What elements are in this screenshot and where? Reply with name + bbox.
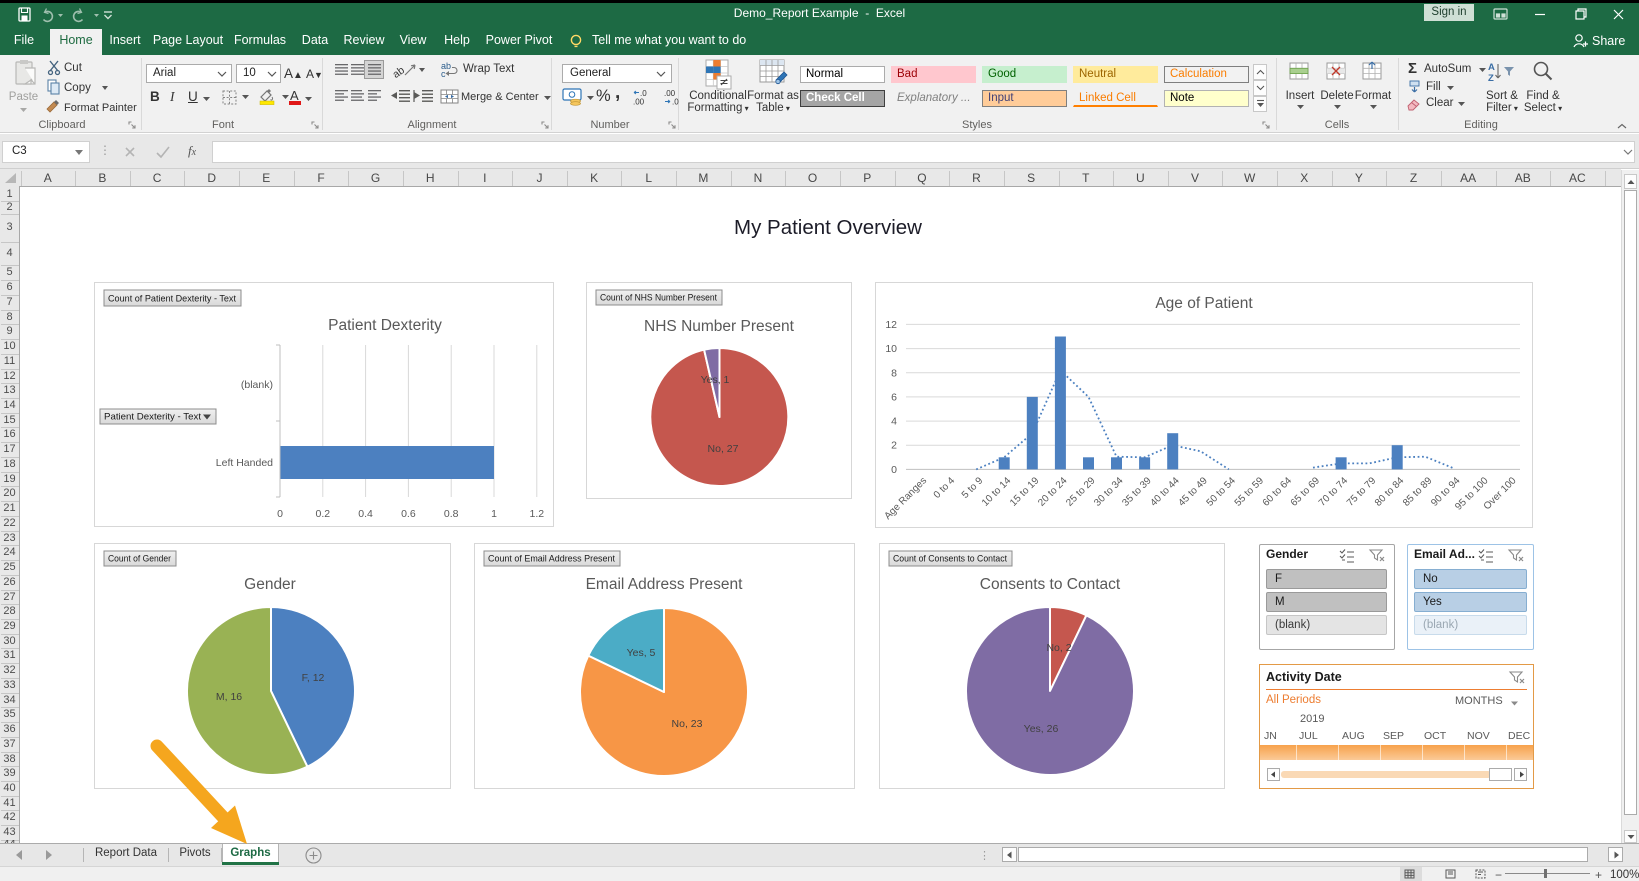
svg-text:Gender: Gender bbox=[244, 576, 296, 593]
svg-text:6: 6 bbox=[891, 391, 897, 403]
svg-text:0: 0 bbox=[891, 464, 897, 476]
svg-text:Yes, 1: Yes, 1 bbox=[701, 374, 730, 386]
svg-text:Left Handed: Left Handed bbox=[216, 457, 273, 469]
svg-text:20 to 24: 20 to 24 bbox=[1036, 475, 1070, 509]
svg-text:75 to 79: 75 to 79 bbox=[1345, 475, 1379, 509]
svg-text:60 to 64: 60 to 64 bbox=[1261, 475, 1295, 509]
svg-text:No, 23: No, 23 bbox=[672, 718, 703, 730]
svg-text:Patient Dexterity - Text: Patient Dexterity - Text bbox=[104, 412, 201, 423]
svg-text:2: 2 bbox=[891, 440, 897, 452]
svg-text:ab: ab bbox=[390, 64, 407, 81]
svg-text:45 to 49: 45 to 49 bbox=[1176, 475, 1210, 509]
svg-text:Paste: Paste bbox=[9, 91, 38, 103]
svg-text:No, 27: No, 27 bbox=[708, 443, 739, 455]
svg-text:0 to 4: 0 to 4 bbox=[932, 475, 958, 501]
svg-text:Age of Patient: Age of Patient bbox=[1155, 295, 1253, 312]
svg-text:Count of Email Address Present: Count of Email Address Present bbox=[488, 554, 615, 565]
svg-text:.00: .00 bbox=[633, 98, 645, 107]
svg-text:55 to 59: 55 to 59 bbox=[1233, 475, 1267, 509]
svg-text:Count of NHS Number Present: Count of NHS Number Present bbox=[600, 293, 717, 304]
svg-text:40 to 44: 40 to 44 bbox=[1148, 475, 1182, 509]
svg-text:(blank): (blank) bbox=[241, 379, 273, 391]
svg-text:85 to 89: 85 to 89 bbox=[1401, 475, 1435, 509]
svg-text:Age Ranges: Age Ranges bbox=[882, 475, 929, 522]
svg-text:No, 2: No, 2 bbox=[1046, 642, 1071, 654]
svg-text:A: A bbox=[1488, 62, 1495, 73]
svg-text:Patient Dexterity: Patient Dexterity bbox=[328, 317, 442, 334]
svg-text:15 to 19: 15 to 19 bbox=[1008, 475, 1042, 509]
svg-text:c: c bbox=[441, 69, 446, 79]
svg-text:0.8: 0.8 bbox=[444, 508, 459, 520]
svg-text:0.6: 0.6 bbox=[401, 508, 416, 520]
svg-text:0.4: 0.4 bbox=[358, 508, 373, 520]
svg-text:Yes, 5: Yes, 5 bbox=[627, 647, 656, 659]
svg-text:Count of Consents to Contact: Count of Consents to Contact bbox=[893, 554, 1007, 565]
svg-text:Z: Z bbox=[1488, 73, 1494, 84]
svg-text:80 to 84: 80 to 84 bbox=[1373, 475, 1407, 509]
svg-text:50 to 54: 50 to 54 bbox=[1205, 475, 1239, 509]
svg-text:Yes, 26: Yes, 26 bbox=[1024, 723, 1059, 735]
svg-text:30 to 34: 30 to 34 bbox=[1092, 475, 1126, 509]
svg-text:0.2: 0.2 bbox=[315, 508, 330, 520]
svg-text:M, 16: M, 16 bbox=[216, 691, 242, 703]
svg-text:35 to 39: 35 to 39 bbox=[1120, 475, 1154, 509]
svg-text:25 to 29: 25 to 29 bbox=[1064, 475, 1098, 509]
svg-text:8: 8 bbox=[891, 367, 897, 379]
svg-text:.0: .0 bbox=[672, 98, 679, 107]
svg-text:Format Painter: Format Painter bbox=[64, 102, 137, 114]
svg-text:Copy: Copy bbox=[64, 82, 91, 94]
svg-text:70 to 74: 70 to 74 bbox=[1317, 475, 1351, 509]
svg-text:Count of Patient Dexterity - T: Count of Patient Dexterity - Text bbox=[108, 294, 236, 305]
svg-text:Count of Gender: Count of Gender bbox=[108, 554, 171, 565]
svg-text:F, 12: F, 12 bbox=[302, 672, 325, 684]
svg-text:10 to 14: 10 to 14 bbox=[980, 475, 1014, 509]
svg-text:5 to 9: 5 to 9 bbox=[960, 475, 986, 501]
svg-text:0: 0 bbox=[277, 508, 283, 520]
svg-text:NHS Number Present: NHS Number Present bbox=[644, 318, 795, 335]
svg-text:Consents to Contact: Consents to Contact bbox=[980, 576, 1121, 593]
svg-text:Cut: Cut bbox=[64, 62, 83, 74]
svg-text:1: 1 bbox=[491, 508, 497, 520]
svg-text:1.2: 1.2 bbox=[529, 508, 544, 520]
svg-text:10: 10 bbox=[885, 343, 897, 355]
svg-text:12: 12 bbox=[885, 319, 897, 331]
svg-text:4: 4 bbox=[891, 416, 897, 428]
svg-text:Email Address Present: Email Address Present bbox=[586, 576, 743, 593]
svg-text:65 to 69: 65 to 69 bbox=[1289, 475, 1323, 509]
